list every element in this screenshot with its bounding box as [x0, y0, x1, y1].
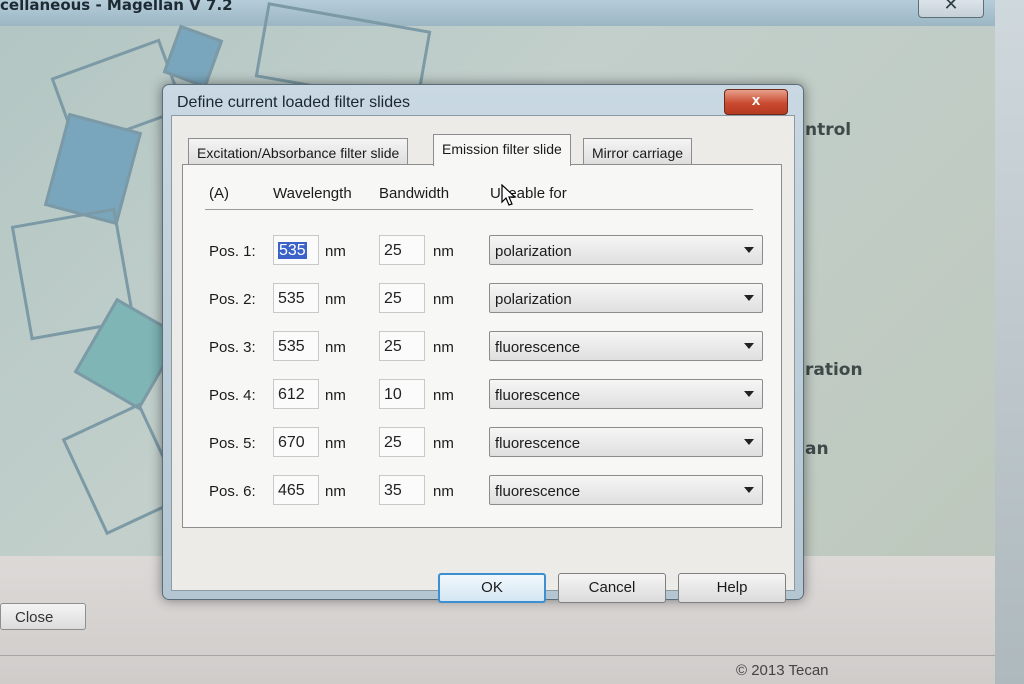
header-a: (A): [209, 185, 229, 202]
wavelength-input[interactable]: 670: [273, 427, 319, 457]
position-label: Pos. 5:: [209, 435, 256, 452]
useable-for-value: fluorescence: [495, 435, 581, 452]
app-titlebar: cellaneous - Magellan V 7.2 ✕: [0, 0, 1024, 26]
wavelength-unit: nm: [325, 339, 346, 356]
wavelength-unit: nm: [325, 243, 346, 260]
useable-for-select[interactable]: fluorescence: [489, 331, 763, 361]
dialog-body: Excitation/Absorbance filter slide Emiss…: [171, 115, 795, 603]
ok-button[interactable]: OK: [438, 573, 546, 603]
decorative-shape: [43, 112, 143, 226]
wavelength-input[interactable]: 612: [273, 379, 319, 409]
bandwidth-input[interactable]: 25: [379, 235, 425, 265]
dropdown-arrow-icon[interactable]: [744, 247, 754, 253]
mouse-cursor-icon: [501, 184, 517, 206]
bandwidth-input[interactable]: 35: [379, 475, 425, 505]
bandwidth-unit: nm: [433, 435, 454, 452]
bandwidth-input[interactable]: 25: [379, 283, 425, 313]
cancel-button[interactable]: Cancel: [558, 573, 666, 603]
table-row: Pos. 2: 535 nm 25 nm polarization: [183, 283, 781, 317]
position-label: Pos. 3:: [209, 339, 256, 356]
useable-for-select[interactable]: fluorescence: [489, 475, 763, 505]
table-row: Pos. 6: 465 nm 35 nm fluorescence: [183, 475, 781, 509]
useable-for-value: polarization: [495, 291, 572, 308]
bandwidth-unit: nm: [433, 483, 454, 500]
wavelength-input[interactable]: 535: [273, 235, 319, 265]
wavelength-unit: nm: [325, 291, 346, 308]
bandwidth-input[interactable]: 10: [379, 379, 425, 409]
bandwidth-input[interactable]: 25: [379, 427, 425, 457]
dropdown-arrow-icon[interactable]: [744, 391, 754, 397]
useable-for-value: fluorescence: [495, 483, 581, 500]
bandwidth-unit: nm: [433, 387, 454, 404]
wavelength-input[interactable]: 535: [273, 331, 319, 361]
header-wavelength: Wavelength: [273, 185, 352, 202]
footer-divider: [0, 655, 995, 656]
dropdown-arrow-icon[interactable]: [744, 487, 754, 493]
useable-for-select[interactable]: polarization: [489, 235, 763, 265]
emission-panel: (A) Wavelength Bandwidth Useable for Pos…: [182, 164, 782, 528]
position-label: Pos. 4:: [209, 387, 256, 404]
bg-label-scan: an: [805, 439, 829, 459]
tab-emission[interactable]: Emission filter slide: [433, 134, 571, 166]
wavelength-input[interactable]: 535: [273, 283, 319, 313]
bandwidth-unit: nm: [433, 339, 454, 356]
useable-for-value: polarization: [495, 243, 572, 260]
header-bandwidth: Bandwidth: [379, 185, 450, 202]
position-label: Pos. 6:: [209, 483, 256, 500]
help-button[interactable]: Help: [678, 573, 786, 603]
useable-for-value: fluorescence: [495, 339, 581, 356]
wavelength-input[interactable]: 465: [273, 475, 319, 505]
dialog-close-icon[interactable]: x: [724, 89, 788, 115]
bg-label-calibration: ration: [805, 360, 863, 380]
wavelength-unit: nm: [325, 387, 346, 404]
dialog-title: Define current loaded filter slides: [177, 94, 411, 111]
table-row: Pos. 5: 670 nm 25 nm fluorescence: [183, 427, 781, 461]
app-title: cellaneous - Magellan V 7.2: [0, 0, 233, 14]
bandwidth-unit: nm: [433, 243, 454, 260]
useable-for-value: fluorescence: [495, 387, 581, 404]
useable-for-select[interactable]: polarization: [489, 283, 763, 313]
position-label: Pos. 2:: [209, 291, 256, 308]
bg-label-control: ntrol: [805, 120, 852, 140]
filter-slides-dialog: Define current loaded filter slides x Ex…: [162, 84, 804, 603]
header-divider: [205, 209, 753, 210]
wavelength-unit: nm: [325, 483, 346, 500]
tab-excitation-absorbance[interactable]: Excitation/Absorbance filter slide: [188, 138, 409, 164]
dropdown-arrow-icon[interactable]: [744, 295, 754, 301]
app-close-icon[interactable]: ✕: [918, 0, 984, 18]
table-row: Pos. 3: 535 nm 25 nm fluorescence: [183, 331, 781, 365]
copyright-text: © 2013 Tecan: [736, 662, 829, 679]
useable-for-select[interactable]: fluorescence: [489, 427, 763, 457]
bandwidth-input[interactable]: 25: [379, 331, 425, 361]
app-close-button[interactable]: Close: [0, 603, 86, 630]
useable-for-select[interactable]: fluorescence: [489, 379, 763, 409]
wavelength-value: 535: [278, 242, 307, 259]
dropdown-arrow-icon[interactable]: [744, 439, 754, 445]
app-window-edge: [995, 0, 1024, 684]
table-row: Pos. 1: 535 nm 25 nm polarization: [183, 235, 781, 269]
wavelength-unit: nm: [325, 435, 346, 452]
dropdown-arrow-icon[interactable]: [744, 343, 754, 349]
table-row: Pos. 4: 612 nm 10 nm fluorescence: [183, 379, 781, 413]
position-label: Pos. 1:: [209, 243, 256, 260]
tab-mirror-carriage[interactable]: Mirror carriage: [583, 138, 693, 164]
bandwidth-unit: nm: [433, 291, 454, 308]
